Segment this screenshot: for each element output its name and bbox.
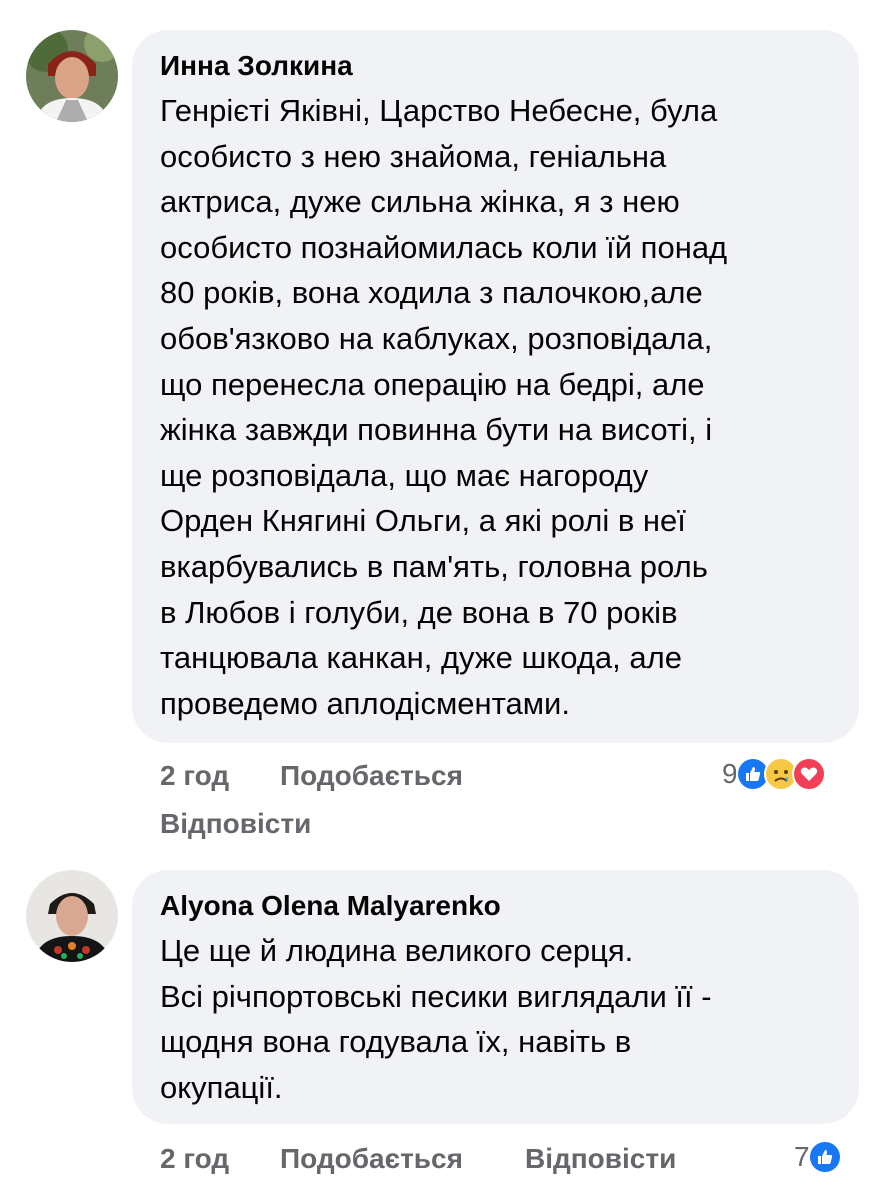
comment-bubble: Инна Золкина Генрієті Яківні, Царство Не… [132,30,859,743]
avatar[interactable] [26,870,118,962]
love-icon [791,757,826,791]
reply-button[interactable]: Відповісти [525,1143,676,1175]
avatar[interactable] [26,30,118,122]
reactions-summary[interactable]: 7 [794,1137,842,1177]
comment-time[interactable]: 2 год [160,760,229,792]
avatar-photo-icon [26,870,118,962]
comment-author[interactable]: Инна Золкина [160,48,831,84]
like-button[interactable]: Подобається [280,1143,463,1175]
comment-author[interactable]: Alyona Olena Malyarenko [160,888,831,924]
comment-text: Генрієті Яківні, Царство Небесне, була о… [160,93,728,721]
like-icon [807,1140,842,1174]
comment-text: Це ще й людина великого серця. Всі річпо… [160,933,712,1105]
reactions-summary[interactable]: 9 [722,754,826,794]
comment-bubble: Alyona Olena Malyarenko Це ще й людина в… [132,870,859,1124]
avatar-photo-icon [26,30,118,122]
reply-button[interactable]: Відповісти [160,808,311,840]
like-button[interactable]: Подобається [280,760,463,792]
comment-time[interactable]: 2 год [160,1143,229,1175]
